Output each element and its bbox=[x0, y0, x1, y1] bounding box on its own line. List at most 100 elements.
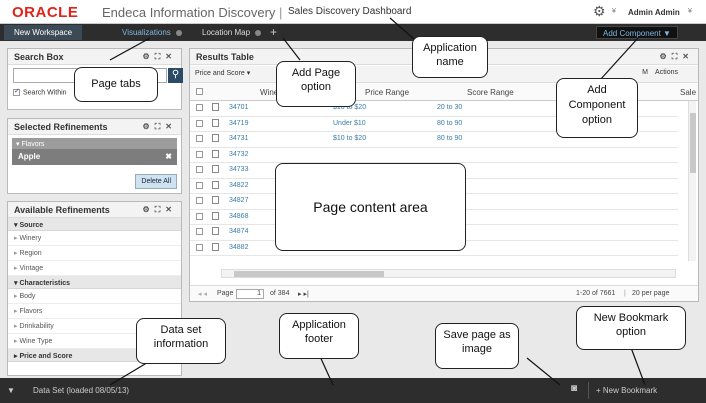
cell-score-range[interactable]: 20 to 30 bbox=[437, 104, 462, 111]
add-component-button[interactable]: Add Component ▼ bbox=[596, 26, 678, 39]
refinement-group: ▾ Flavors bbox=[12, 138, 177, 149]
document-icon[interactable] bbox=[212, 118, 219, 127]
row-checkbox[interactable] bbox=[196, 119, 203, 127]
cell-wine[interactable]: 34719 bbox=[229, 120, 248, 127]
row-checkbox[interactable] bbox=[196, 166, 203, 173]
panel-title: Available Refinements bbox=[14, 205, 110, 215]
refinement-attribute[interactable]: Region bbox=[8, 246, 181, 261]
callout-text: Add Page option bbox=[291, 67, 341, 93]
sort-control[interactable]: M bbox=[642, 69, 648, 76]
panel-title: Selected Refinements bbox=[14, 122, 108, 132]
callout-page-content: Page content area bbox=[275, 163, 466, 251]
document-icon[interactable] bbox=[212, 103, 219, 111]
refinement-label: Price and Score bbox=[19, 353, 73, 360]
cell-score-range[interactable]: 80 to 90 bbox=[437, 120, 462, 127]
footer-toggle[interactable]: ▼ bbox=[7, 386, 15, 395]
next-last-page-buttons[interactable]: ▸ ▸| bbox=[298, 290, 309, 298]
cell-wine[interactable]: 34822 bbox=[229, 182, 248, 189]
panel-header: Search Box ⚙⛶✕ bbox=[8, 49, 181, 65]
select-all-checkbox[interactable] bbox=[196, 88, 203, 95]
refinement-label: Flavors bbox=[19, 308, 43, 315]
page-number-input[interactable]: 1 bbox=[236, 289, 264, 299]
dataset-info[interactable]: Data Set (loaded 08/05/13) bbox=[33, 386, 129, 395]
header-divider: | bbox=[279, 5, 283, 20]
actions-menu[interactable]: Actions bbox=[655, 69, 678, 76]
tab-visualizations[interactable]: Visualizations bbox=[112, 25, 192, 40]
panel-title: Results Table bbox=[196, 52, 254, 62]
refinement-attribute[interactable]: Flavors bbox=[8, 304, 181, 319]
scrollbar-thumb[interactable] bbox=[690, 113, 696, 173]
settings-caret[interactable]: ¥ bbox=[612, 8, 616, 15]
cell-score-range[interactable]: 80 to 90 bbox=[437, 135, 462, 142]
column-header-score-range[interactable]: Score Range bbox=[467, 88, 514, 97]
app-header: ORACLE Endeca Information Discovery | Sa… bbox=[0, 0, 706, 24]
refinement-label: Vintage bbox=[19, 265, 44, 272]
cell-price-range[interactable]: $10 to $20 bbox=[333, 135, 366, 142]
cell-wine[interactable]: 34732 bbox=[229, 151, 248, 158]
panel-controls[interactable]: ⚙⛶✕ bbox=[660, 52, 694, 62]
user-menu-caret[interactable]: ¥ bbox=[688, 8, 692, 15]
search-within-option[interactable]: Search Within bbox=[13, 87, 67, 97]
cell-wine[interactable]: 34868 bbox=[229, 213, 248, 220]
refinement-attribute[interactable]: Body bbox=[8, 289, 181, 304]
horizontal-scrollbar[interactable] bbox=[221, 269, 676, 278]
search-button[interactable]: ⚲ bbox=[168, 68, 183, 83]
callout-text: Add Component option bbox=[568, 84, 626, 126]
row-checkbox[interactable] bbox=[196, 228, 203, 235]
cell-wine[interactable]: 34701 bbox=[229, 104, 248, 111]
chevron-down-icon: ▾ bbox=[246, 70, 251, 77]
vertical-scrollbar[interactable] bbox=[688, 101, 696, 261]
tab-options-icon[interactable] bbox=[175, 29, 182, 36]
document-icon[interactable] bbox=[212, 165, 219, 173]
cell-wine[interactable]: 34882 bbox=[229, 244, 248, 251]
per-page-selector[interactable]: 20 per page bbox=[632, 290, 669, 297]
panel-controls[interactable]: ⚙⛶✕ bbox=[143, 205, 177, 215]
search-within-label: Search Within bbox=[23, 89, 67, 97]
refinement-group-header[interactable]: ▾ Source bbox=[8, 218, 181, 231]
document-icon[interactable] bbox=[212, 211, 219, 220]
row-checkbox[interactable] bbox=[196, 181, 203, 189]
cell-wine[interactable]: 34874 bbox=[229, 228, 248, 235]
document-icon[interactable] bbox=[212, 134, 219, 142]
table-row[interactable]: 34732 bbox=[190, 148, 678, 163]
panel-controls[interactable]: ⚙⛶✕ bbox=[143, 52, 177, 62]
document-icon[interactable] bbox=[212, 149, 219, 158]
scrollbar-thumb[interactable] bbox=[234, 271, 384, 277]
remove-refinement-icon[interactable]: ✖ bbox=[165, 152, 172, 161]
document-icon[interactable] bbox=[212, 180, 219, 189]
tab-location-map[interactable]: Location Map bbox=[192, 25, 271, 40]
camera-icon[interactable]: ◙ bbox=[566, 383, 582, 397]
refinement-group-header[interactable]: ▾ Characteristics bbox=[8, 276, 181, 289]
document-icon[interactable] bbox=[212, 196, 219, 204]
column-header-sale[interactable]: Sale bbox=[680, 88, 696, 97]
view-selector-label: Price and Score bbox=[195, 70, 245, 77]
row-checkbox[interactable] bbox=[196, 135, 203, 142]
new-bookmark-button[interactable]: + New Bookmark bbox=[596, 386, 657, 395]
view-selector[interactable]: Price and Score ▾ bbox=[195, 69, 250, 77]
user-menu[interactable]: Admin Admin bbox=[628, 8, 680, 17]
cell-wine[interactable]: 34731 bbox=[229, 135, 248, 142]
first-prev-page-buttons[interactable]: ◂ ◂ bbox=[198, 290, 207, 298]
row-checkbox[interactable] bbox=[196, 197, 203, 204]
refinement-attribute[interactable]: Winery bbox=[8, 231, 181, 246]
row-checkbox[interactable] bbox=[196, 150, 203, 158]
document-icon[interactable] bbox=[212, 242, 219, 251]
search-within-checkbox[interactable] bbox=[13, 87, 20, 96]
delete-all-button[interactable]: Delete All bbox=[135, 174, 177, 189]
add-page-button[interactable]: + bbox=[270, 25, 277, 39]
tab-options-icon[interactable] bbox=[255, 29, 262, 36]
cell-price-range[interactable]: Under $10 bbox=[333, 120, 366, 127]
gear-icon[interactable]: ⚙ bbox=[593, 4, 607, 18]
panel-controls[interactable]: ⚙⛶✕ bbox=[143, 122, 177, 132]
column-header-price-range[interactable]: Price Range bbox=[365, 88, 409, 97]
refinement-attribute[interactable]: Vintage bbox=[8, 261, 181, 276]
tab-new-workspace[interactable]: New Workspace bbox=[4, 25, 83, 40]
row-checkbox[interactable] bbox=[196, 212, 203, 220]
cell-wine[interactable]: 34827 bbox=[229, 197, 248, 204]
selected-refinements-panel: Selected Refinements ⚙⛶✕ ▾ Flavors Apple… bbox=[7, 118, 182, 194]
document-icon[interactable] bbox=[212, 227, 219, 235]
callout-text: New Bookmark option bbox=[593, 312, 669, 338]
cell-wine[interactable]: 34733 bbox=[229, 166, 248, 173]
row-checkbox[interactable] bbox=[196, 243, 203, 251]
row-checkbox[interactable] bbox=[196, 104, 203, 111]
